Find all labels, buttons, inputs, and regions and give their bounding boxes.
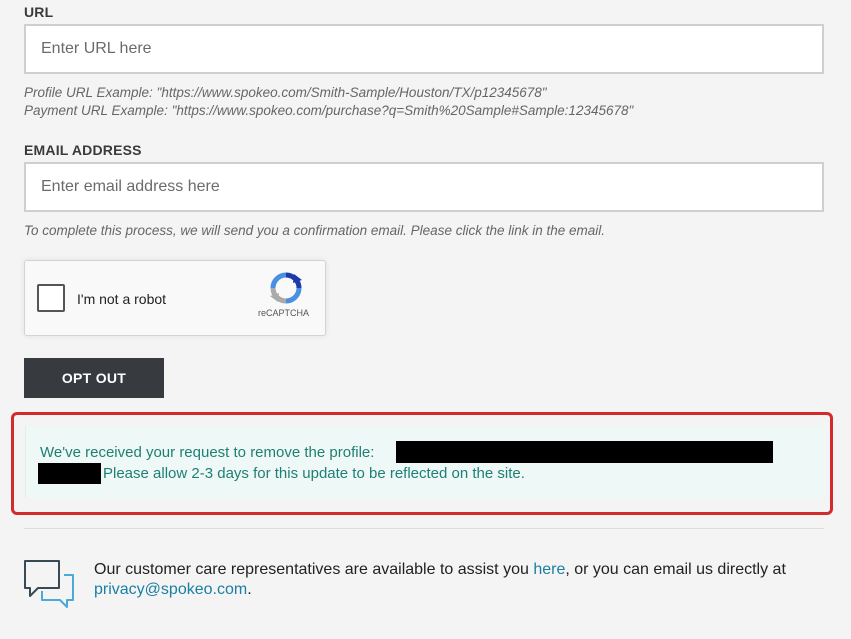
email-input[interactable] [24,162,824,212]
support-here-link[interactable]: here [533,561,565,578]
support-text-after: . [247,581,252,598]
recaptcha-brand: reCAPTCHA [258,308,310,318]
url-label: URL [24,4,54,20]
recaptcha-logo-icon [270,272,302,304]
email-label: EMAIL ADDRESS [24,142,142,158]
email-hint: To complete this process, we will send y… [24,223,606,238]
profile-url-example: Profile URL Example: "https://www.spokeo… [24,85,547,100]
support-text-before: Our customer care representatives are av… [94,561,534,578]
recaptcha-label: I'm not a robot [77,291,167,307]
chat-bubbles-icon [24,560,74,608]
divider [24,528,824,529]
recaptcha-checkbox[interactable] [37,284,65,312]
url-input[interactable] [24,24,824,74]
opt-out-button[interactable]: OPT OUT [24,358,164,398]
privacy-email-link[interactable]: privacy@spokeo.com [94,581,247,598]
payment-url-example: Payment URL Example: "https://www.spokeo… [24,103,634,118]
highlight-frame [11,412,833,515]
support-text: Our customer care representatives are av… [94,560,794,600]
support-text-middle: , or you can email us directly at [565,561,786,578]
recaptcha-widget: I'm not a robot reCAPTCHA [24,260,326,336]
